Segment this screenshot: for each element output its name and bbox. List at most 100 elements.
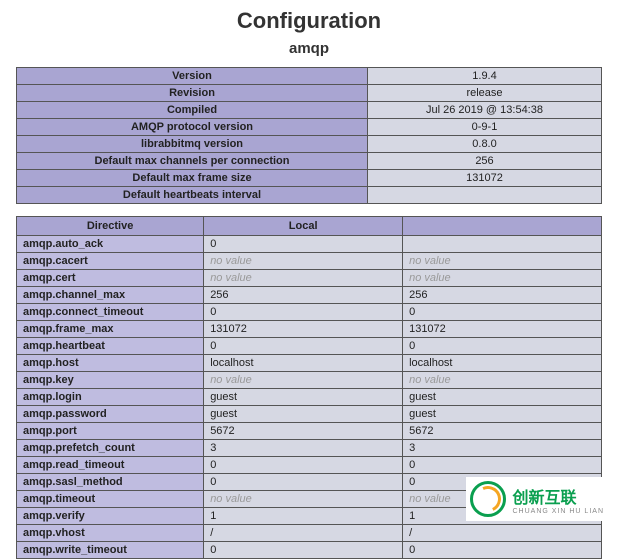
table-row: amqp.auto_ack0	[17, 236, 602, 253]
table-row: amqp.port56725672	[17, 423, 602, 440]
table-row: amqp.passwordguestguest	[17, 406, 602, 423]
directive-name: amqp.auto_ack	[17, 236, 204, 253]
table-row: amqp.connect_timeout00	[17, 304, 602, 321]
info-row: AMQP protocol version0-9-1	[17, 119, 602, 136]
directive-local: 0	[204, 474, 403, 491]
info-row: Default max channels per connection256	[17, 153, 602, 170]
directives-header-row: Directive Local	[17, 217, 602, 236]
header-directive: Directive	[17, 217, 204, 236]
directive-local: guest	[204, 406, 403, 423]
directive-master: no value	[403, 253, 602, 270]
info-row: Revisionrelease	[17, 85, 602, 102]
directive-name: amqp.host	[17, 355, 204, 372]
directive-local: guest	[204, 389, 403, 406]
watermark-sub: CHUANG XIN HU LIAN	[512, 508, 604, 515]
info-value: 0.8.0	[368, 136, 602, 153]
directive-name: amqp.heartbeat	[17, 338, 204, 355]
info-label: Version	[17, 68, 368, 85]
table-row: amqp.cacertno valueno value	[17, 253, 602, 270]
header-local: Local	[204, 217, 403, 236]
info-row: Default max frame size131072	[17, 170, 602, 187]
table-row: amqp.write_timeout00	[17, 542, 602, 559]
info-value: 131072	[368, 170, 602, 187]
directive-name: amqp.read_timeout	[17, 457, 204, 474]
directive-local: no value	[204, 491, 403, 508]
info-row: librabbitmq version0.8.0	[17, 136, 602, 153]
directive-local: 0	[204, 338, 403, 355]
directive-master: no value	[403, 372, 602, 389]
directive-name: amqp.verify	[17, 508, 204, 525]
table-row: amqp.vhost//	[17, 525, 602, 542]
directive-local: no value	[204, 253, 403, 270]
watermark-brand: 创新互联	[512, 484, 604, 508]
directive-name: amqp.vhost	[17, 525, 204, 542]
directive-master: 0	[403, 457, 602, 474]
directive-local: 256	[204, 287, 403, 304]
info-label: AMQP protocol version	[17, 119, 368, 136]
directive-master: 131072	[403, 321, 602, 338]
directive-master: /	[403, 525, 602, 542]
directive-master: 3	[403, 440, 602, 457]
directive-local: no value	[204, 372, 403, 389]
page-title: Configuration	[16, 8, 602, 34]
directive-name: amqp.port	[17, 423, 204, 440]
directive-local: 0	[204, 457, 403, 474]
table-row: amqp.keyno valueno value	[17, 372, 602, 389]
directive-master: 0	[403, 542, 602, 559]
table-row: amqp.certno valueno value	[17, 270, 602, 287]
directive-name: amqp.write_timeout	[17, 542, 204, 559]
directive-master: guest	[403, 406, 602, 423]
directive-master: guest	[403, 389, 602, 406]
directive-name: amqp.key	[17, 372, 204, 389]
directive-local: /	[204, 525, 403, 542]
directive-master	[403, 236, 602, 253]
directive-local: localhost	[204, 355, 403, 372]
logo-icon	[470, 481, 506, 517]
directive-name: amqp.timeout	[17, 491, 204, 508]
info-label: Revision	[17, 85, 368, 102]
directive-local: 3	[204, 440, 403, 457]
directive-local: 131072	[204, 321, 403, 338]
directive-local: 1	[204, 508, 403, 525]
directive-master: no value	[403, 270, 602, 287]
info-label: Compiled	[17, 102, 368, 119]
table-row: amqp.read_timeout00	[17, 457, 602, 474]
info-row: Version1.9.4	[17, 68, 602, 85]
header-master	[403, 217, 602, 236]
info-table: Version1.9.4RevisionreleaseCompiledJul 2…	[16, 67, 602, 204]
info-label: Default max channels per connection	[17, 153, 368, 170]
info-label: librabbitmq version	[17, 136, 368, 153]
directive-name: amqp.channel_max	[17, 287, 204, 304]
info-row: CompiledJul 26 2019 @ 13:54:38	[17, 102, 602, 119]
directive-master: localhost	[403, 355, 602, 372]
directive-master: 0	[403, 338, 602, 355]
directive-name: amqp.login	[17, 389, 204, 406]
table-row: amqp.heartbeat00	[17, 338, 602, 355]
info-value	[368, 187, 602, 204]
directive-name: amqp.frame_max	[17, 321, 204, 338]
directive-local: 5672	[204, 423, 403, 440]
directive-name: amqp.cacert	[17, 253, 204, 270]
directive-master: 5672	[403, 423, 602, 440]
info-value: 256	[368, 153, 602, 170]
directive-name: amqp.sasl_method	[17, 474, 204, 491]
directive-local: no value	[204, 270, 403, 287]
directive-master: 0	[403, 304, 602, 321]
directive-local: 0	[204, 304, 403, 321]
module-name: amqp	[16, 40, 602, 57]
directive-local: 0	[204, 236, 403, 253]
info-value: release	[368, 85, 602, 102]
table-row: amqp.hostlocalhostlocalhost	[17, 355, 602, 372]
table-row: amqp.loginguestguest	[17, 389, 602, 406]
directive-name: amqp.connect_timeout	[17, 304, 204, 321]
watermark-logo: 创新互联 CHUANG XIN HU LIAN	[466, 477, 608, 521]
table-row: amqp.frame_max131072131072	[17, 321, 602, 338]
directive-name: amqp.cert	[17, 270, 204, 287]
table-row: amqp.prefetch_count33	[17, 440, 602, 457]
info-row: Default heartbeats interval	[17, 187, 602, 204]
info-label: Default max frame size	[17, 170, 368, 187]
table-row: amqp.channel_max256256	[17, 287, 602, 304]
directive-name: amqp.prefetch_count	[17, 440, 204, 457]
directive-local: 0	[204, 542, 403, 559]
directive-name: amqp.password	[17, 406, 204, 423]
